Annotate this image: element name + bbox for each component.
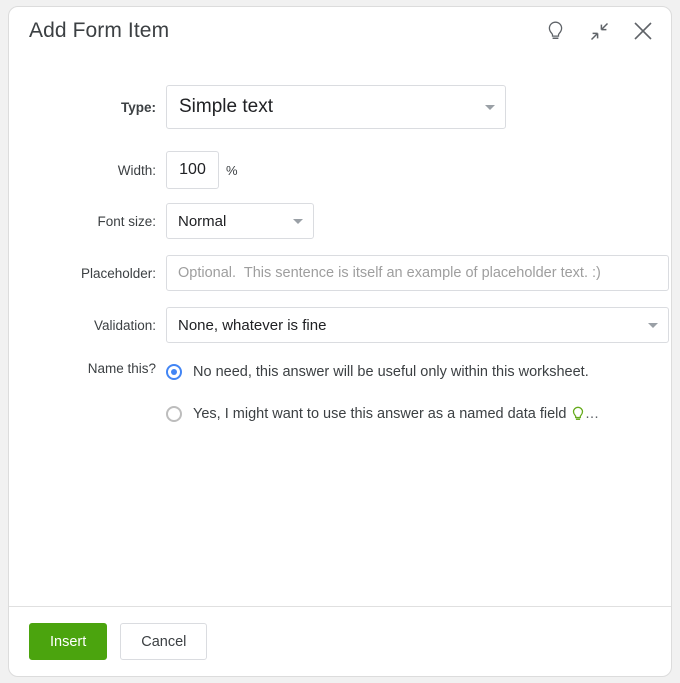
field-row-placeholder: Placeholder: <box>9 255 671 291</box>
chevron-down-icon <box>485 105 495 110</box>
radio-option-named-field[interactable]: Yes, I might want to use this answer as … <box>166 401 599 426</box>
field-row-type: Type: Simple text <box>9 85 671 129</box>
dialog-title: Add Form Item <box>29 19 170 42</box>
validation-control: None, whatever is fine <box>166 307 669 343</box>
name-this-radio-group: No need, this answer will be useful only… <box>166 359 599 426</box>
dialog-body: Type: Simple text Width: % Font size: No… <box>9 63 671 606</box>
validation-select[interactable]: None, whatever is fine <box>166 307 669 343</box>
width-unit-label: % <box>226 162 238 178</box>
cancel-button[interactable]: Cancel <box>120 623 208 660</box>
type-control: Simple text <box>166 85 506 129</box>
type-select-value: Simple text <box>179 96 273 117</box>
font-size-control: Normal <box>166 203 314 239</box>
hint-ellipsis: ... <box>585 405 600 422</box>
chevron-down-icon <box>648 323 658 328</box>
name-this-label: Name this? <box>87 361 156 376</box>
width-label: Width: <box>117 162 156 178</box>
lightbulb-icon[interactable] <box>543 19 567 43</box>
placeholder-control <box>166 255 669 291</box>
type-select[interactable]: Simple text <box>166 85 506 129</box>
header-actions <box>543 19 655 43</box>
width-control: % <box>166 151 238 189</box>
field-row-validation: Validation: None, whatever is fine <box>9 307 671 343</box>
radio-label: No need, this answer will be useful only… <box>193 363 589 380</box>
font-size-select[interactable]: Normal <box>166 203 314 239</box>
placeholder-input[interactable] <box>166 255 669 291</box>
chevron-down-icon <box>293 219 303 224</box>
validation-select-value: None, whatever is fine <box>178 316 327 334</box>
radio-label: Yes, I might want to use this answer as … <box>193 405 567 422</box>
insert-button[interactable]: Insert <box>29 623 108 660</box>
validation-label: Validation: <box>93 317 156 333</box>
field-row-name-this: Name this? No need, this answer will be … <box>9 359 671 426</box>
font-size-label: Font size: <box>97 213 156 229</box>
radio-indicator[interactable] <box>166 363 182 380</box>
hint-lightbulb-icon[interactable] <box>571 406 585 422</box>
add-form-item-dialog: Add Form Item Type: Simple text Width: 1… <box>8 6 672 677</box>
field-row-width: Width: % <box>9 151 671 189</box>
type-label: Type: <box>120 99 156 115</box>
close-icon[interactable] <box>631 19 655 43</box>
radio-indicator[interactable] <box>166 405 182 422</box>
placeholder-label: Placeholder: <box>80 265 156 281</box>
field-row-font-size: Font size: Normal <box>9 203 671 239</box>
collapse-icon[interactable] <box>587 19 611 43</box>
font-size-select-value: Normal <box>178 212 227 230</box>
dialog-header: Add Form Item <box>9 7 671 63</box>
radio-option-no-need[interactable]: No need, this answer will be useful only… <box>166 359 599 384</box>
width-input[interactable] <box>166 151 219 189</box>
dialog-footer: Insert Cancel <box>9 606 671 676</box>
